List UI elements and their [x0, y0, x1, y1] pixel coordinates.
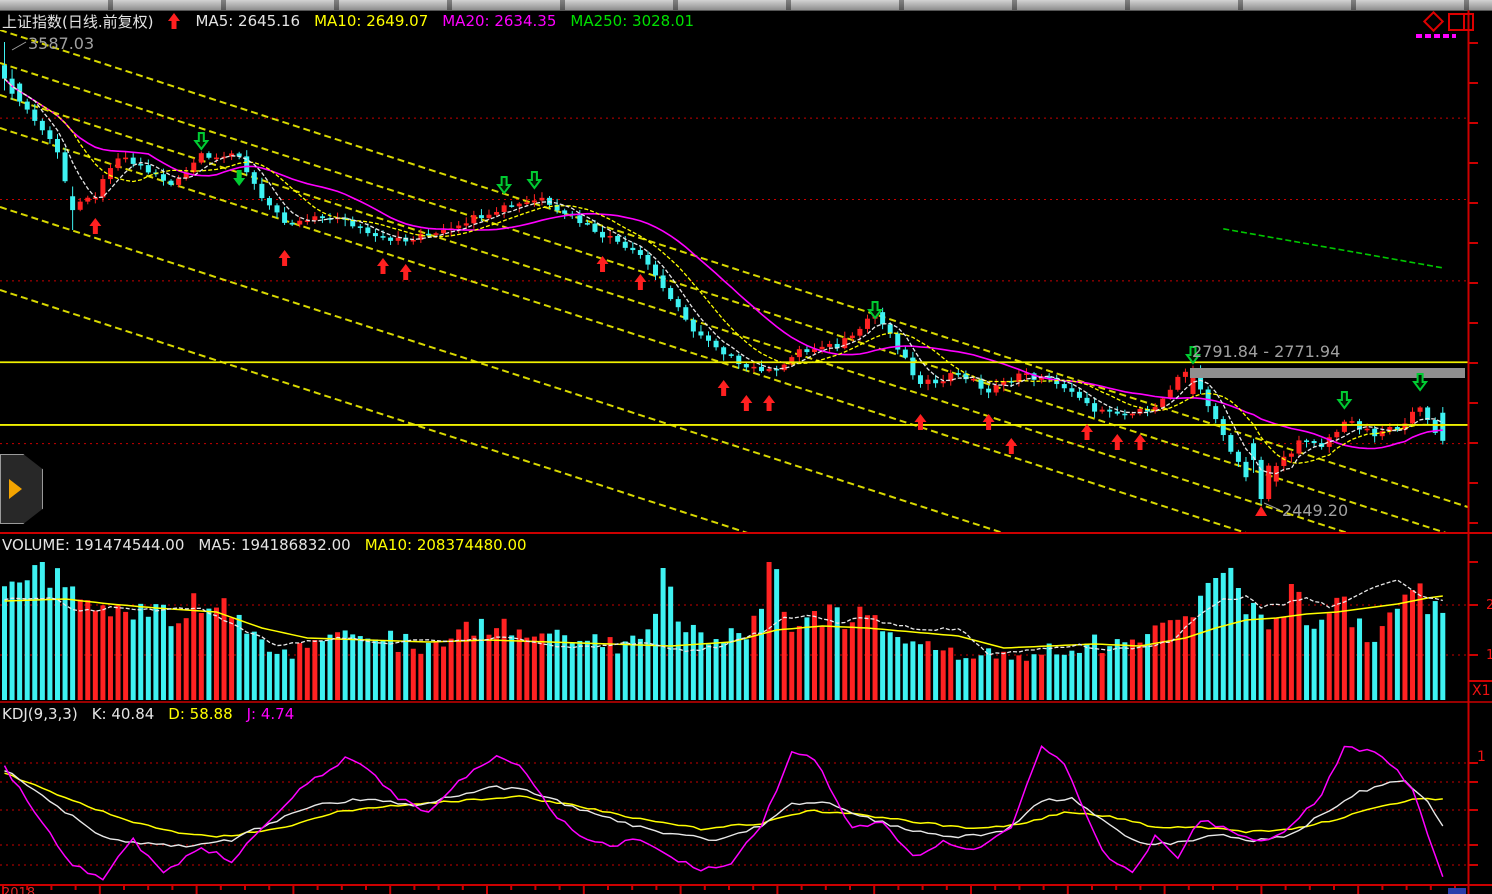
volume-chart-area[interactable] [0, 558, 1468, 702]
scrollbar-thumb[interactable] [1448, 888, 1466, 894]
window-panes-icon[interactable] [1448, 13, 1474, 31]
diamond-icon[interactable] [1423, 11, 1444, 32]
chart-corner-controls [1412, 11, 1482, 41]
zoom-level-label[interactable]: X1 [1472, 683, 1491, 699]
axis-partial-digit: 1 [1486, 648, 1492, 663]
trading-app-window: 上证指数(日线.前复权) MA5: 2645.16 MA10: 2649.07 … [0, 0, 1492, 894]
main-chart-area[interactable] [0, 30, 1468, 533]
axis-partial-digit: 2 [1486, 598, 1492, 613]
expand-arrow-icon [9, 479, 22, 499]
panel-collapse-tab[interactable] [0, 454, 43, 524]
range-price-label: 2791.84 - 2771.94 [1192, 342, 1340, 361]
magenta-dash-marks [1416, 34, 1456, 38]
x-axis-year-label: 2018 [2, 886, 35, 894]
high-price-label: 3587.03 [28, 34, 94, 53]
kdj-chart-area[interactable] [0, 726, 1468, 884]
low-price-label: 2449.20 [1282, 501, 1348, 520]
axis-partial-digit: 1 [1477, 749, 1486, 765]
